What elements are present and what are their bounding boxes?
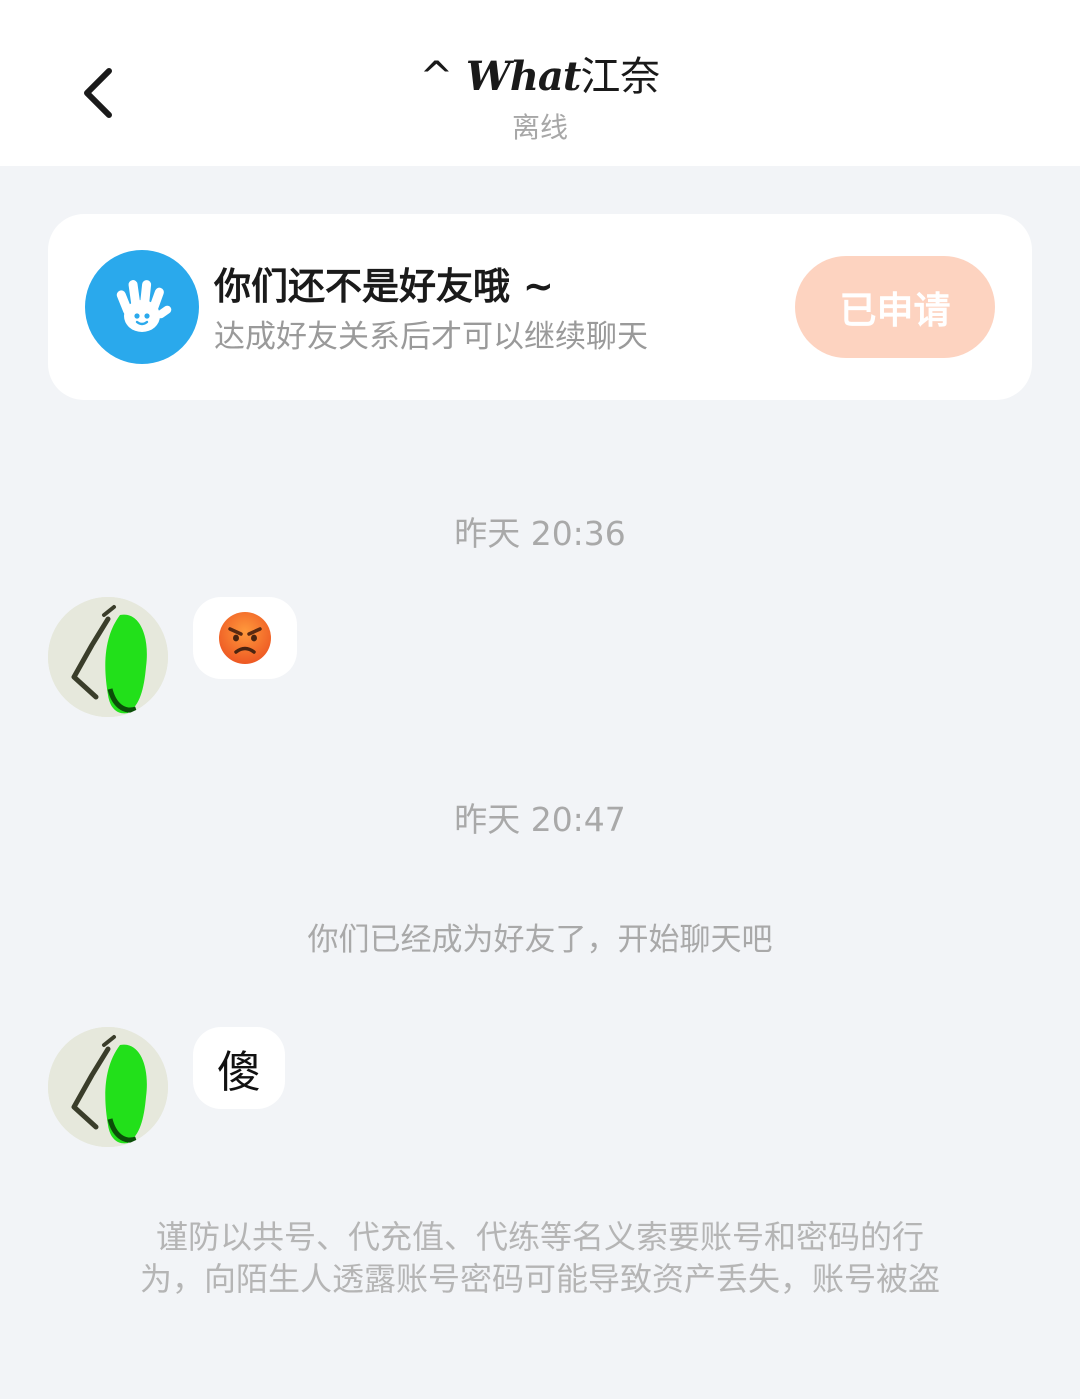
message-bubble[interactable] <box>193 597 297 679</box>
message-timestamp: 昨天 20:36 <box>454 514 626 553</box>
title-script: What <box>465 53 581 100</box>
top-bar: ^ What江奈 离线 <box>0 0 1080 166</box>
not-friends-title: 你们还不是好友哦 ~ <box>214 265 554 308</box>
green-hair-avatar-icon <box>48 597 168 717</box>
chat-header: ^ What江奈 离线 <box>240 50 840 148</box>
sender-avatar[interactable] <box>48 1027 168 1147</box>
not-friends-subtitle: 达成好友关系后才可以继续聊天 <box>214 319 648 355</box>
chat-title: ^ What江奈 <box>240 50 840 104</box>
waving-hand-icon <box>85 250 199 364</box>
title-name: 江奈 <box>580 54 661 100</box>
warning-line-2: 为，向陌生人透露账号密码可能导致资产丢失，账号被盗 <box>139 1260 940 1298</box>
applied-button[interactable]: 已申请 <box>795 256 995 358</box>
warning-line-1: 谨防以共号、代充值、代练等名义索要账号和密码的行 <box>155 1218 924 1256</box>
sender-avatar[interactable] <box>48 597 168 717</box>
friend-request-card: 你们还不是好友哦 ~ 达成好友关系后才可以继续聊天 已申请 <box>48 214 1032 400</box>
angry-face-emoji-icon <box>219 612 271 664</box>
online-status: 离线 <box>511 111 568 144</box>
green-hair-avatar-icon <box>48 1027 168 1147</box>
message-timestamp: 昨天 20:47 <box>454 800 626 839</box>
title-prefix: ^ <box>419 54 466 100</box>
message-bubble[interactable]: 傻 <box>193 1027 285 1109</box>
system-message: 你们已经成为好友了，开始聊天吧 <box>307 922 773 958</box>
security-warning: 谨防以共号、代充值、代练等名义索要账号和密码的行 为，向陌生人透露账号密码可能导… <box>80 1216 1000 1300</box>
back-button[interactable] <box>62 58 132 128</box>
message-text: 傻 <box>217 1047 261 1098</box>
chevron-left-icon <box>84 68 112 118</box>
